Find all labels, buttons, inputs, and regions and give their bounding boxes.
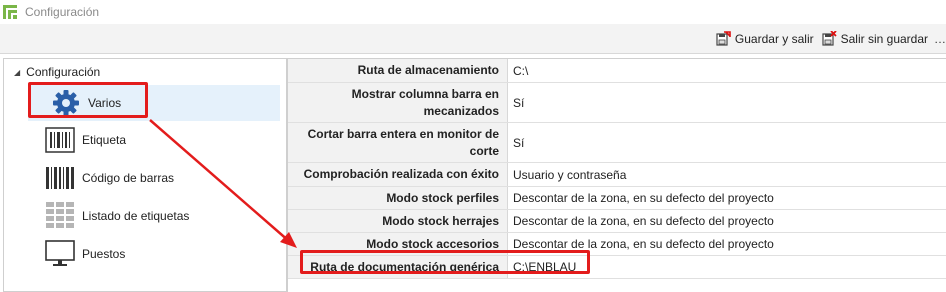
property-value[interactable]: Descontar de la zona, en su defecto del …	[508, 210, 946, 232]
property-key: Modo stock perfiles	[288, 187, 508, 209]
property-key: Modo stock herrajes	[288, 210, 508, 232]
property-row[interactable]: Comprobación realizada con éxito Usuario…	[288, 163, 946, 187]
property-key: Cortar barra entera en monitor de corte	[288, 123, 508, 162]
exit-without-saving-button[interactable]: Salir sin guardar	[822, 31, 928, 46]
monitor-icon	[44, 238, 76, 270]
toolbar: Guardar y salir Salir sin guardar …	[0, 24, 946, 54]
tree-item-listado-etiquetas[interactable]: Listado de etiquetas	[44, 198, 282, 234]
tree-root-label: Configuración	[26, 65, 101, 79]
save-exit-label: Guardar y salir	[734, 31, 814, 46]
property-row[interactable]: Ruta de almacenamiento C:\	[288, 59, 946, 83]
toolbar-overflow-icon[interactable]: …	[934, 32, 946, 46]
settings-tree: ◢ Configuración Varios Etiqueta Código d…	[3, 58, 287, 292]
gear-icon	[50, 87, 82, 119]
expand-triangle-icon[interactable]: ◢	[14, 68, 20, 77]
property-value[interactable]: C:\	[508, 59, 946, 82]
property-key: Modo stock accesorios	[288, 233, 508, 255]
property-row[interactable]: Modo stock perfiles Descontar de la zona…	[288, 187, 946, 210]
property-value[interactable]: Descontar de la zona, en su defecto del …	[508, 187, 946, 209]
property-row[interactable]: Modo stock herrajes Descontar de la zona…	[288, 210, 946, 233]
tree-root[interactable]: ◢ Configuración	[14, 65, 100, 79]
property-row[interactable]: Cortar barra entera en monitor de corte …	[288, 123, 946, 163]
property-key: Ruta de almacenamiento	[288, 59, 508, 82]
property-row[interactable]: Modo stock accesorios Descontar de la zo…	[288, 233, 946, 256]
tree-item-label: Varios	[88, 96, 122, 110]
tree-item-label: Etiqueta	[82, 133, 127, 147]
property-value[interactable]: Usuario y contraseña	[508, 163, 946, 186]
property-row[interactable]: Ruta de documentación genérica C:\ENBLAU	[288, 256, 946, 279]
property-value[interactable]: Descontar de la zona, en su defecto del …	[508, 233, 946, 255]
property-grid: Ruta de almacenamiento C:\ Mostrar colum…	[287, 58, 946, 292]
tree-item-puestos[interactable]: Puestos	[44, 236, 282, 272]
tree-item-label: Código de barras	[82, 171, 175, 185]
save-exit-icon	[716, 31, 731, 46]
window-title: Configuración	[25, 5, 100, 19]
save-and-exit-button[interactable]: Guardar y salir	[716, 31, 814, 46]
tree-item-codigo-barras[interactable]: Código de barras	[44, 160, 282, 196]
property-key: Mostrar columna barra en mecanizados	[288, 83, 508, 122]
app-logo-icon	[3, 4, 19, 20]
property-row[interactable]: Mostrar columna barra en mecanizados Sí	[288, 83, 946, 123]
exit-no-save-icon	[822, 31, 837, 46]
label-list-icon	[44, 200, 76, 232]
barcode-icon	[44, 162, 76, 194]
property-key: Ruta de documentación genérica	[288, 256, 508, 278]
label-icon	[44, 124, 76, 156]
tree-item-varios[interactable]: Varios	[28, 85, 280, 121]
tree-item-etiqueta[interactable]: Etiqueta	[44, 122, 282, 158]
tree-item-label: Listado de etiquetas	[82, 209, 190, 223]
title-bar: Configuración	[0, 0, 946, 24]
tree-item-label: Puestos	[82, 247, 126, 261]
property-value[interactable]: Sí	[508, 83, 946, 122]
exit-no-save-label: Salir sin guardar	[840, 31, 928, 46]
property-value[interactable]: Sí	[508, 123, 946, 162]
property-value[interactable]: C:\ENBLAU	[508, 256, 946, 278]
property-key: Comprobación realizada con éxito	[288, 163, 508, 186]
